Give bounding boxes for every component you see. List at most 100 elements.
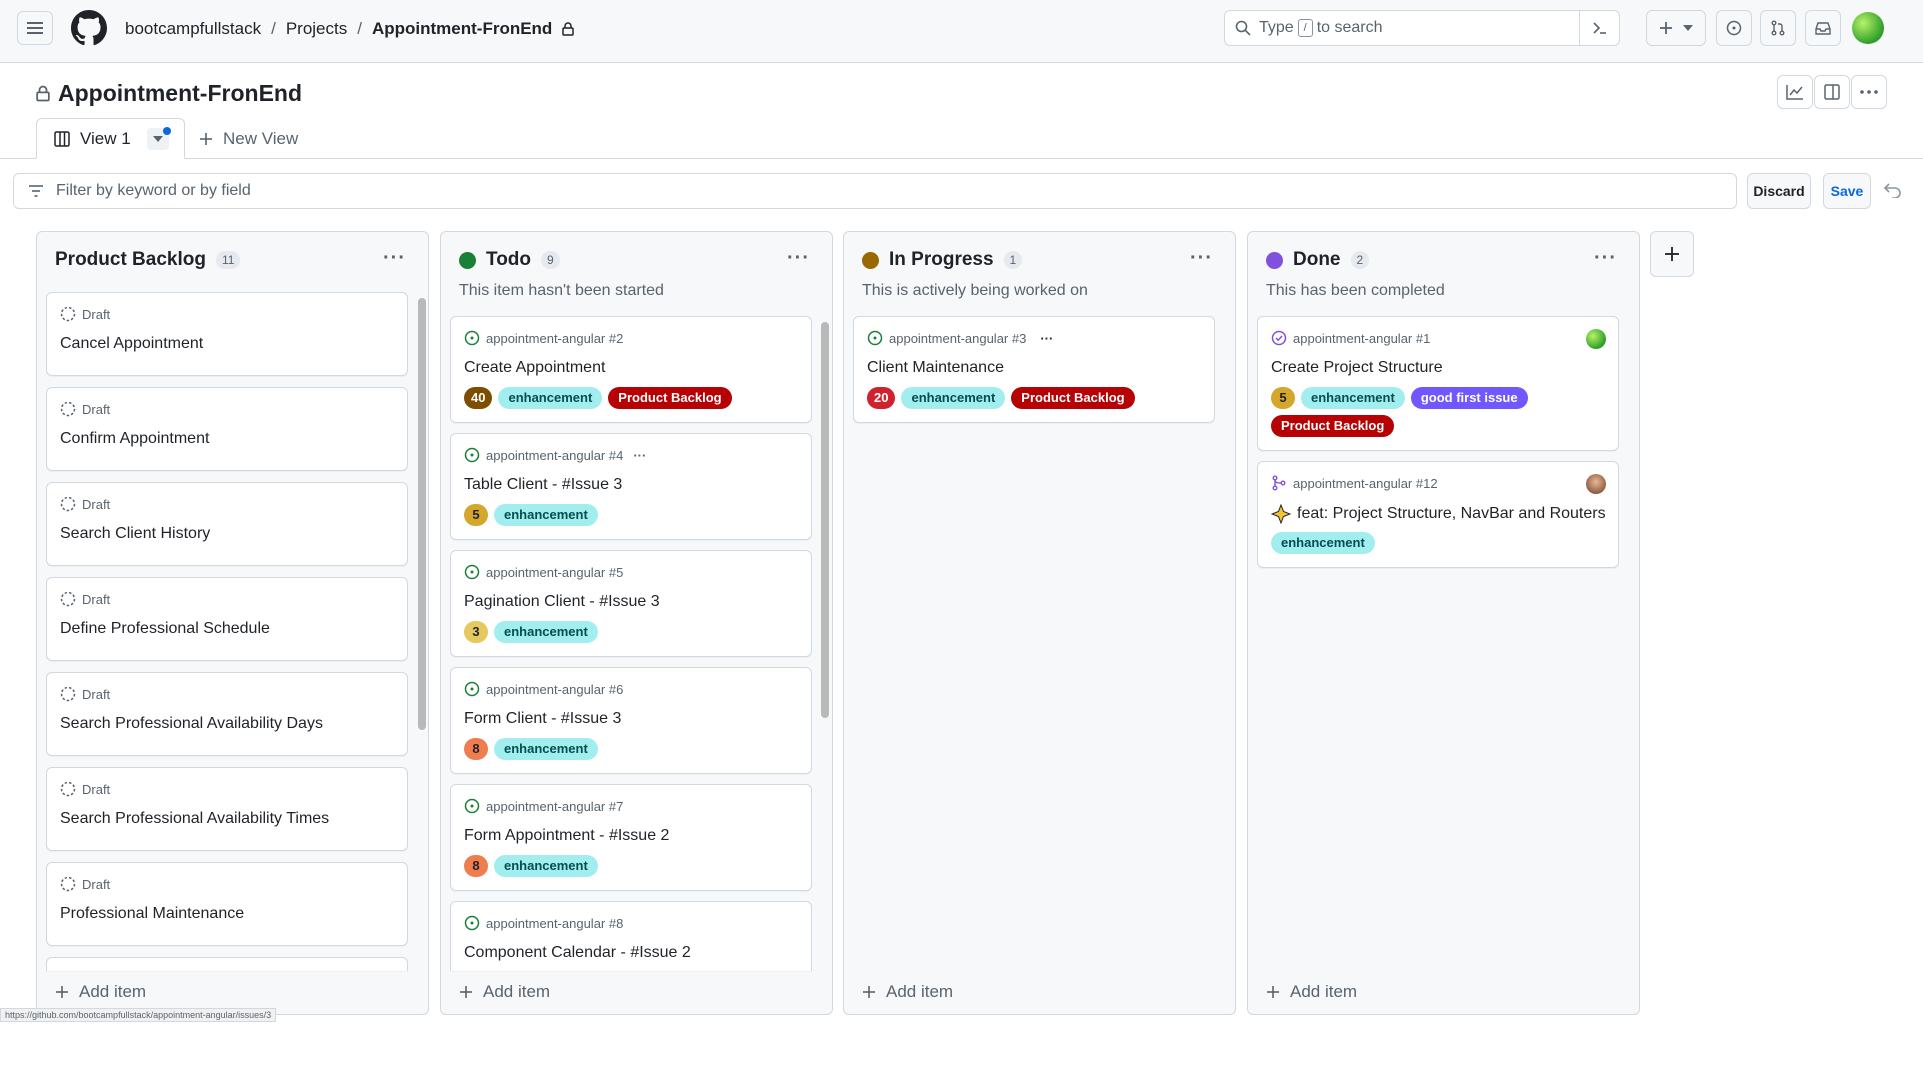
pull-requests-button[interactable] [1760,10,1796,46]
card-issue[interactable]: appointment-angular #7 Form Appointment … [450,784,812,891]
card-pull-request[interactable]: appointment-angular #12 feat: Project St… [1257,461,1619,568]
card-ref[interactable]: appointment-angular #3 [889,331,1026,346]
kebab-horizontal-icon [1860,90,1878,94]
column-menu-icon[interactable]: ··· [1190,247,1213,270]
card-title[interactable]: Client Maintenance [867,359,1004,377]
card-title[interactable]: Component Calendar - #Issue 2 [464,944,691,962]
card-title[interactable]: Search Professional Availability Days [60,715,323,733]
card-draft[interactable]: Draft Search Client History [46,482,408,566]
label-enhancement[interactable]: enhancement [1301,387,1405,409]
label-enhancement[interactable]: enhancement [494,621,598,643]
label-enhancement[interactable]: enhancement [494,738,598,760]
card-title-row: feat: Project Structure, NavBar and Rout… [1271,504,1606,524]
label-enhancement[interactable]: enhancement [901,387,1006,409]
card-labels: 40 enhancement Product Backlog [464,387,804,409]
breadcrumb-projects[interactable]: Projects [286,19,347,39]
card-ref[interactable]: appointment-angular #5 [486,565,623,580]
command-palette-icon[interactable] [1579,11,1619,45]
column-scrollbar[interactable] [418,298,426,730]
assignee-avatar[interactable] [1586,474,1606,494]
label-product-backlog[interactable]: Product Backlog [1011,387,1135,409]
card-title[interactable]: Create Appointment [464,359,605,377]
breadcrumb-separator: / [357,19,362,38]
tab-view-1[interactable]: View 1 [36,118,185,159]
card-draft[interactable]: Draft Define Professional Schedule [46,577,408,661]
new-view-button[interactable]: New View [199,129,298,149]
label-enhancement[interactable]: enhancement [494,504,598,526]
card-draft[interactable]: Draft Professional Maintenance [46,862,408,946]
card-draft[interactable]: Draft Cancel Appointment [46,292,408,376]
card-title[interactable]: Confirm Appointment [60,430,209,448]
card-title[interactable]: Define Professional Schedule [60,620,270,638]
card-issue[interactable]: appointment-angular #4 ··· Table Client … [450,433,812,540]
card-draft-partial[interactable] [46,957,408,971]
card-title[interactable]: Form Appointment - #Issue 2 [464,827,669,845]
breadcrumb-owner[interactable]: bootcampfullstack [125,19,261,39]
column-menu-icon[interactable]: ··· [383,247,406,270]
column-header: Todo 9 [459,249,560,271]
card-ref[interactable]: appointment-angular #6 [486,682,623,697]
card-title[interactable]: Search Professional Availability Times [60,810,329,828]
card-title[interactable]: Form Client - #Issue 3 [464,710,621,728]
card-title[interactable]: Cancel Appointment [60,335,203,353]
side-panel-button[interactable] [1814,75,1850,109]
card-title[interactable]: Table Client - #Issue 3 [464,476,622,494]
save-button[interactable]: Save [1823,173,1871,209]
user-avatar[interactable] [1852,12,1884,44]
insights-button[interactable] [1777,75,1813,109]
column-menu-icon[interactable]: ··· [787,247,810,270]
card-issue[interactable]: appointment-angular #5 Pagination Client… [450,550,812,657]
project-menu-button[interactable] [1851,75,1887,109]
column-menu-icon[interactable]: ··· [1594,247,1617,270]
card-menu-icon[interactable]: ··· [1040,331,1053,346]
add-column-button[interactable] [1650,231,1694,277]
label-product-backlog[interactable]: Product Backlog [1271,415,1395,437]
card-issue[interactable]: appointment-angular #6 Form Client - #Is… [450,667,812,774]
card-issue[interactable]: appointment-angular #8 Component Calenda… [450,901,812,971]
card-labels: 5 enhancement [464,504,804,526]
card-ref[interactable]: appointment-angular #7 [486,799,623,814]
assignee-avatar[interactable] [1586,329,1606,349]
add-item-button[interactable]: Add item [55,982,146,1002]
card-draft[interactable]: Draft Search Professional Availability T… [46,767,408,851]
search-input[interactable]: Type / to search [1224,10,1620,46]
create-new-button[interactable] [1646,10,1706,46]
label-enhancement[interactable]: enhancement [494,855,598,877]
card-title[interactable]: Professional Maintenance [60,905,244,923]
card-ref[interactable]: appointment-angular #8 [486,916,623,931]
card-issue[interactable]: appointment-angular #1 Create Project St… [1257,316,1619,451]
inbox-button[interactable] [1805,10,1841,46]
card-ref[interactable]: appointment-angular #4 [486,448,623,463]
card-issue[interactable]: appointment-angular #3 ··· Client Mainte… [853,316,1215,423]
filter-input[interactable]: Filter by keyword or by field [13,173,1737,209]
label-enhancement[interactable]: enhancement [498,387,603,409]
search-hint-post: to search [1316,19,1383,36]
add-item-button[interactable]: Add item [862,982,953,1002]
card-title[interactable]: Search Client History [60,525,210,543]
card-ref[interactable]: appointment-angular #1 [1293,331,1430,346]
column-done: Done 2 ··· This has been completed appoi… [1247,231,1640,1015]
card-title[interactable]: feat: Project Structure, NavBar and Rout… [1297,505,1606,523]
add-item-button[interactable]: Add item [1266,982,1357,1002]
undo-icon[interactable] [1883,182,1902,203]
menu-icon[interactable] [17,11,53,45]
label-product-backlog[interactable]: Product Backlog [608,387,732,409]
column-scrollbar[interactable] [821,322,829,718]
label-good-first-issue[interactable]: good first issue [1410,387,1528,409]
card-draft[interactable]: Draft Confirm Appointment [46,387,408,471]
add-item-button[interactable]: Add item [459,982,550,1002]
tab-view-1-label: View 1 [80,128,131,148]
discard-button[interactable]: Discard [1747,173,1811,209]
github-logo-icon[interactable] [71,10,107,46]
card-menu-icon[interactable]: ··· [633,448,646,463]
card-ref[interactable]: appointment-angular #12 [1293,476,1438,491]
plus-icon [863,986,875,998]
card-ref[interactable]: appointment-angular #2 [486,331,623,346]
card-issue[interactable]: appointment-angular #2 Create Appointmen… [450,316,812,423]
label-enhancement[interactable]: enhancement [1271,532,1375,554]
issues-button[interactable] [1716,10,1752,46]
card-title[interactable]: Pagination Client - #Issue 3 [464,593,660,611]
card-title[interactable]: Create Project Structure [1271,359,1443,377]
card-draft[interactable]: Draft Search Professional Availability D… [46,672,408,756]
breadcrumb-project[interactable]: Appointment-FronEnd [372,19,552,39]
